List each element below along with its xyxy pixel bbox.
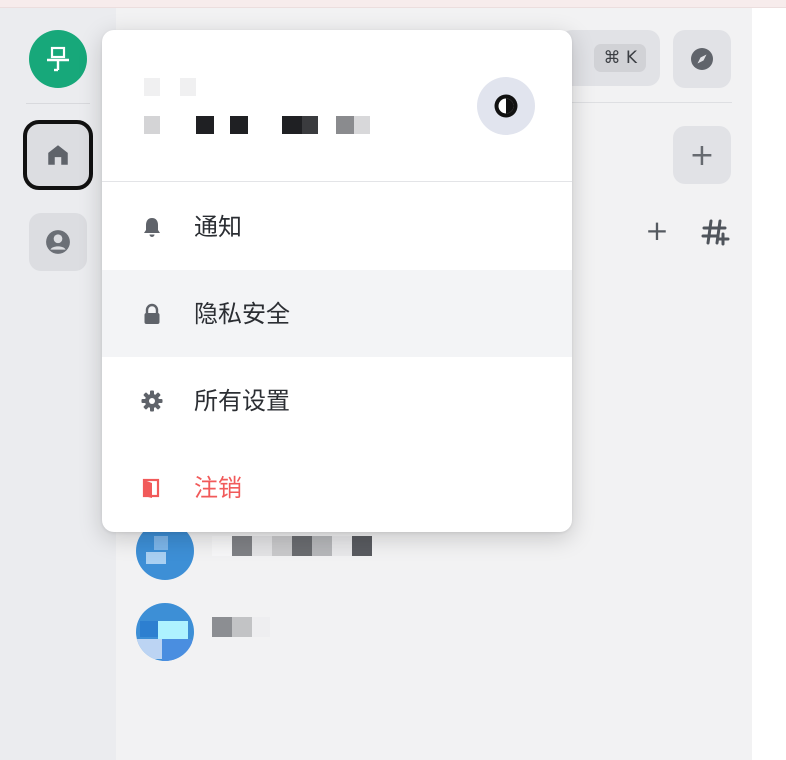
user-circle-icon: [46, 230, 70, 254]
shortcut-hint: ⌘ K: [594, 44, 646, 72]
room-name-redacted: [212, 536, 372, 556]
menu-item-all-settings[interactable]: 所有设置: [102, 357, 572, 444]
compass-icon: [691, 48, 713, 70]
logout-icon: [139, 475, 165, 501]
add-room-button[interactable]: +: [644, 214, 670, 247]
header-divider: [560, 102, 732, 103]
home-icon: [48, 145, 68, 165]
gear-icon: [139, 388, 165, 414]
bell-icon: [139, 214, 165, 240]
user-menu-header: [102, 30, 572, 182]
explore-public-rooms-icon[interactable]: [700, 217, 730, 247]
search-shortcut-button[interactable]: ⌘ K: [560, 30, 660, 86]
lock-icon: [139, 301, 165, 327]
main-area-edge: [752, 8, 786, 760]
list-item[interactable]: [136, 603, 536, 663]
user-menu: 通知 隐私安全 所有设置 注销: [102, 30, 572, 532]
menu-item-sign-out[interactable]: 注销: [102, 444, 572, 531]
room-avatar: [136, 603, 194, 661]
explore-rooms-button[interactable]: [673, 30, 731, 88]
contrast-icon: [494, 94, 518, 118]
theme-toggle-button[interactable]: [477, 77, 535, 135]
avatar-glyph-icon: [47, 46, 69, 72]
menu-item-notifications[interactable]: 通知: [102, 183, 572, 270]
window-top-strip: [0, 0, 786, 8]
add-space-button[interactable]: +: [673, 126, 731, 184]
home-button[interactable]: [23, 120, 93, 190]
menu-item-label: 通知: [194, 213, 242, 241]
user-avatar[interactable]: [29, 30, 87, 88]
user-id-redacted: [144, 116, 370, 134]
menu-item-label: 所有设置: [194, 387, 290, 415]
people-button[interactable]: [29, 213, 87, 271]
menu-item-label: 隐私安全: [194, 300, 290, 328]
rail-divider: [26, 103, 90, 104]
display-name-redacted: [144, 78, 196, 96]
menu-item-label: 注销: [194, 474, 242, 502]
menu-item-privacy-security[interactable]: 隐私安全: [102, 270, 572, 357]
room-name-redacted: [212, 617, 270, 637]
